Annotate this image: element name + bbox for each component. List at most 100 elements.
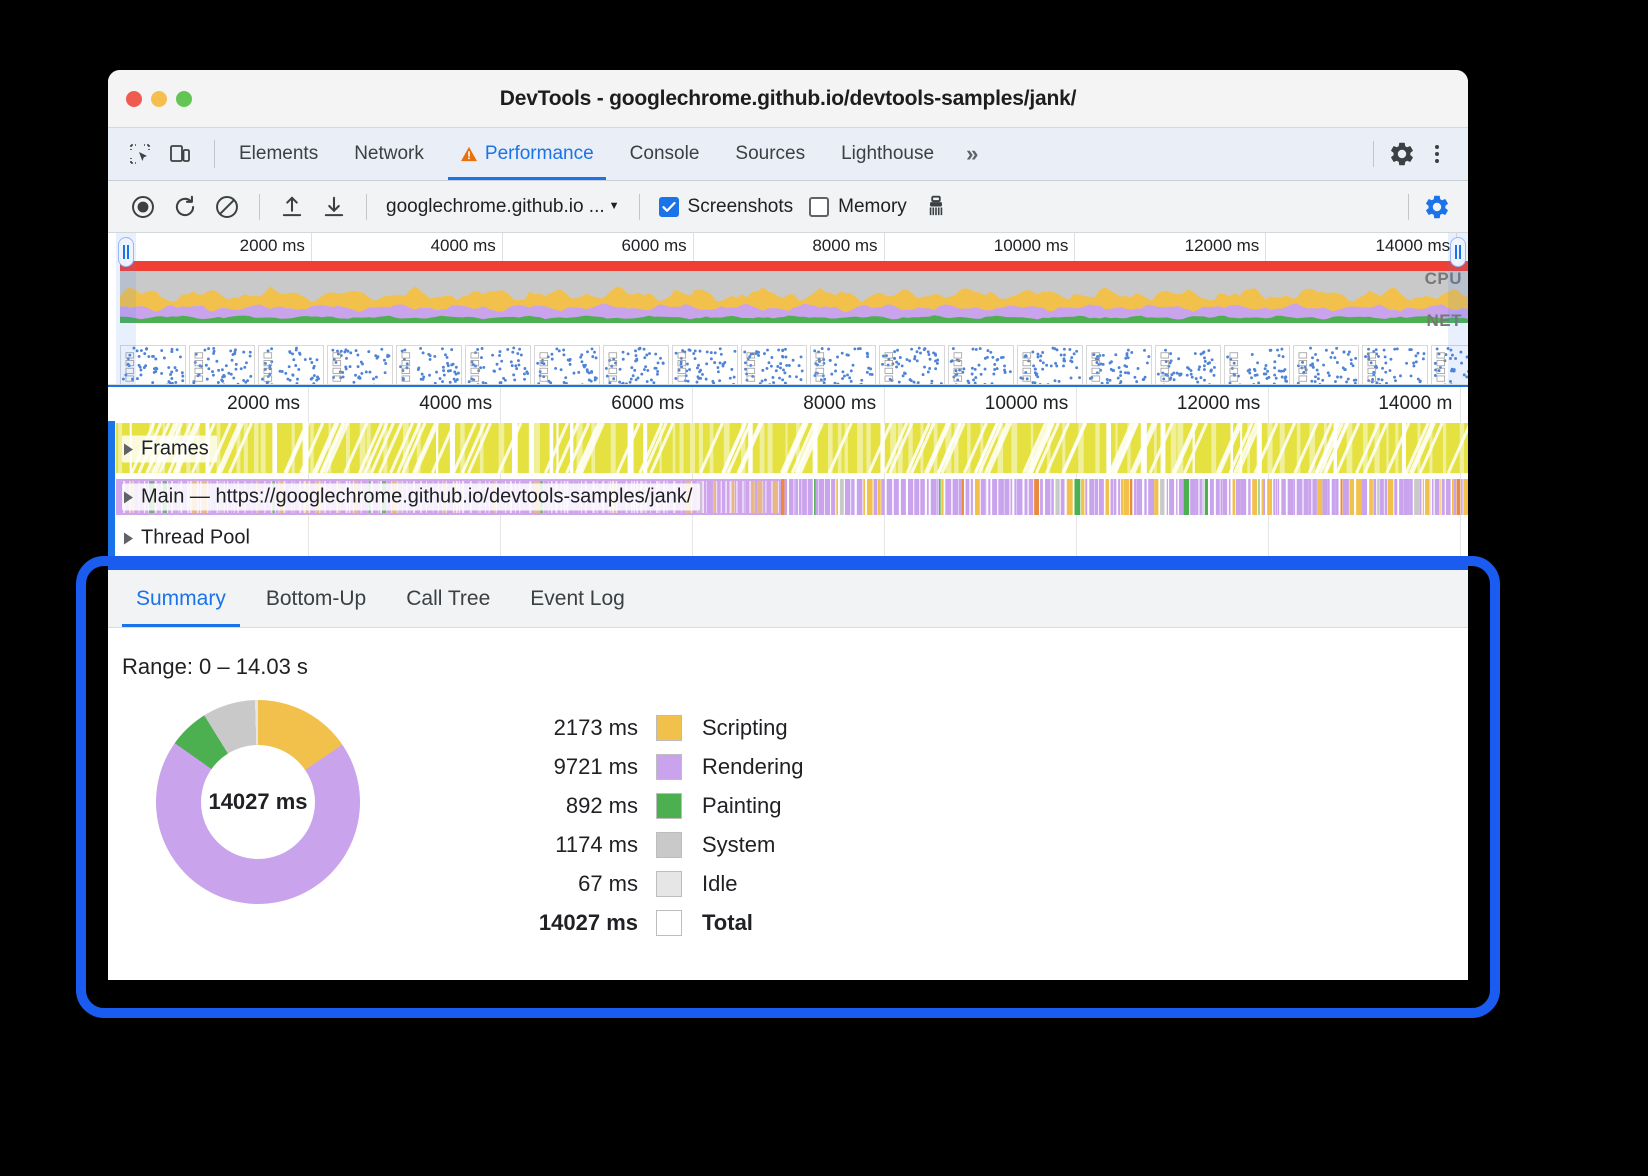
tab-call-tree-label: Call Tree — [406, 587, 490, 611]
filmstrip-thumbnail[interactable] — [810, 345, 876, 385]
tab-summary[interactable]: Summary — [116, 570, 246, 627]
tab-elements[interactable]: Elements — [221, 128, 336, 180]
legend-color-swatch — [656, 871, 682, 897]
tab-event-log[interactable]: Event Log — [510, 570, 645, 627]
details-drawer: Summary Bottom-Up Call Tree Event Log Ra… — [108, 565, 1468, 980]
filmstrip-thumbnail[interactable] — [465, 345, 531, 385]
filmstrip-thumbnail[interactable] — [672, 345, 738, 385]
flame-tick-label: 2000 ms — [227, 393, 308, 415]
performance-toolbar: googlechrome.github.io ... ▼ Screenshots… — [108, 181, 1468, 233]
tab-sources[interactable]: Sources — [717, 128, 823, 180]
more-tabs-chevron-icon[interactable]: » — [952, 128, 992, 180]
legend-row[interactable]: 2173 msScripting — [532, 708, 804, 747]
track-main[interactable]: Main — https://googlechrome.github.io/de… — [108, 477, 1468, 517]
target-page-select[interactable]: googlechrome.github.io ... ▼ — [380, 196, 626, 218]
inspect-element-icon[interactable] — [124, 138, 156, 170]
overview-tick-label: 8000 ms — [812, 236, 883, 256]
clear-recording-icon[interactable] — [208, 188, 246, 226]
window-titlebar: DevTools - googlechrome.github.io/devtoo… — [108, 70, 1468, 128]
filmstrip[interactable] — [120, 345, 1468, 385]
filmstrip-thumbnail[interactable] — [258, 345, 324, 385]
close-button[interactable] — [126, 91, 142, 107]
tab-call-tree[interactable]: Call Tree — [386, 570, 510, 627]
track-frames-label-group[interactable]: Frames — [122, 436, 217, 463]
maximize-button[interactable] — [176, 91, 192, 107]
tab-sources-label: Sources — [735, 143, 805, 165]
track-thread-pool[interactable]: Thread Pool — [108, 517, 1468, 559]
kebab-menu-icon[interactable] — [1420, 137, 1454, 171]
track-main-label-group[interactable]: Main — https://googlechrome.github.io/de… — [122, 484, 700, 511]
screenshots-checkbox[interactable]: Screenshots — [653, 196, 800, 218]
legend-row[interactable]: 892 msPainting — [532, 786, 804, 825]
legend-value: 9721 ms — [532, 754, 656, 780]
overview-selection-handle-right[interactable] — [1448, 233, 1468, 385]
filmstrip-thumbnail[interactable] — [741, 345, 807, 385]
track-frames[interactable]: Frames — [108, 421, 1468, 477]
track-thread-pool-label-group[interactable]: Thread Pool — [122, 525, 258, 552]
toolbar-divider-4 — [1408, 194, 1409, 220]
overview-tick-label: 2000 ms — [240, 236, 311, 256]
filmstrip-thumbnail[interactable] — [1362, 345, 1428, 385]
filmstrip-thumbnail[interactable] — [189, 345, 255, 385]
filmstrip-thumbnail[interactable] — [1293, 345, 1359, 385]
toolbar-divider-2 — [366, 194, 367, 220]
activity-legend: 2173 msScripting9721 msRendering892 msPa… — [532, 694, 804, 942]
flame-tick-label: 6000 ms — [611, 393, 692, 415]
record-button-icon[interactable] — [124, 188, 162, 226]
tab-summary-label: Summary — [136, 587, 226, 611]
filmstrip-thumbnail[interactable] — [1086, 345, 1152, 385]
filmstrip-thumbnail[interactable] — [396, 345, 462, 385]
activity-donut-chart[interactable]: 14027 ms — [156, 700, 360, 904]
filmstrip-thumbnail[interactable] — [327, 345, 393, 385]
overview-selection-handle-left[interactable] — [116, 233, 136, 385]
legend-category-label: Painting — [682, 793, 782, 819]
legend-color-swatch — [656, 715, 682, 741]
memory-label: Memory — [838, 196, 907, 218]
target-page-value: googlechrome.github.io ... — [386, 196, 605, 218]
filmstrip-thumbnail[interactable] — [603, 345, 669, 385]
flame-tick-label: 4000 ms — [419, 393, 500, 415]
screenshots-label: Screenshots — [688, 196, 794, 218]
filmstrip-thumbnail[interactable] — [1017, 345, 1083, 385]
gear-icon[interactable] — [1386, 138, 1418, 170]
legend-row-total[interactable]: 14027 msTotal — [532, 903, 804, 942]
filmstrip-thumbnail[interactable] — [879, 345, 945, 385]
download-profile-icon[interactable] — [315, 188, 353, 226]
tab-bottom-up[interactable]: Bottom-Up — [246, 570, 386, 627]
track-thread-pool-label: Thread Pool — [141, 527, 250, 550]
devtools-tabbar: Elements Network Performance Console Sou… — [108, 128, 1468, 181]
legend-row[interactable]: 1174 msSystem — [532, 825, 804, 864]
upload-profile-icon[interactable] — [273, 188, 311, 226]
handle-grip-right — [1450, 237, 1466, 267]
tab-network[interactable]: Network — [336, 128, 442, 180]
legend-category-label: Scripting — [682, 715, 788, 741]
legend-category-label: Idle — [682, 871, 737, 897]
filmstrip-thumbnail[interactable] — [948, 345, 1014, 385]
timeline-overview[interactable]: 2000 ms4000 ms6000 ms8000 ms10000 ms1200… — [108, 233, 1468, 385]
tab-console-label: Console — [630, 143, 700, 165]
panel-tabs: Elements Network Performance Console Sou… — [221, 128, 992, 180]
filmstrip-thumbnail[interactable] — [534, 345, 600, 385]
legend-row[interactable]: 9721 msRendering — [532, 747, 804, 786]
filmstrip-thumbnail[interactable] — [1155, 345, 1221, 385]
memory-checkbox[interactable]: Memory — [803, 196, 913, 218]
screenshots-checkbox-box — [659, 197, 679, 217]
donut-center-total: 14027 ms — [201, 745, 315, 859]
device-toolbar-icon[interactable] — [164, 138, 196, 170]
filmstrip-thumbnail[interactable] — [1224, 345, 1290, 385]
overview-tick-label: 6000 ms — [621, 236, 692, 256]
tab-bottom-up-label: Bottom-Up — [266, 587, 366, 611]
expand-triangle-icon — [124, 532, 133, 544]
collect-garbage-icon[interactable] — [917, 188, 955, 226]
tab-console[interactable]: Console — [612, 128, 718, 180]
capture-settings-gear-icon[interactable] — [1418, 188, 1456, 226]
frames-strip — [108, 421, 1468, 477]
minimize-button[interactable] — [151, 91, 167, 107]
overview-frames-bar — [120, 261, 1468, 271]
reload-and-record-icon[interactable] — [166, 188, 204, 226]
tab-performance[interactable]: Performance — [442, 128, 612, 180]
track-frames-label: Frames — [141, 438, 209, 461]
legend-row[interactable]: 67 msIdle — [532, 864, 804, 903]
tab-event-log-label: Event Log — [530, 587, 625, 611]
tab-lighthouse[interactable]: Lighthouse — [823, 128, 952, 180]
